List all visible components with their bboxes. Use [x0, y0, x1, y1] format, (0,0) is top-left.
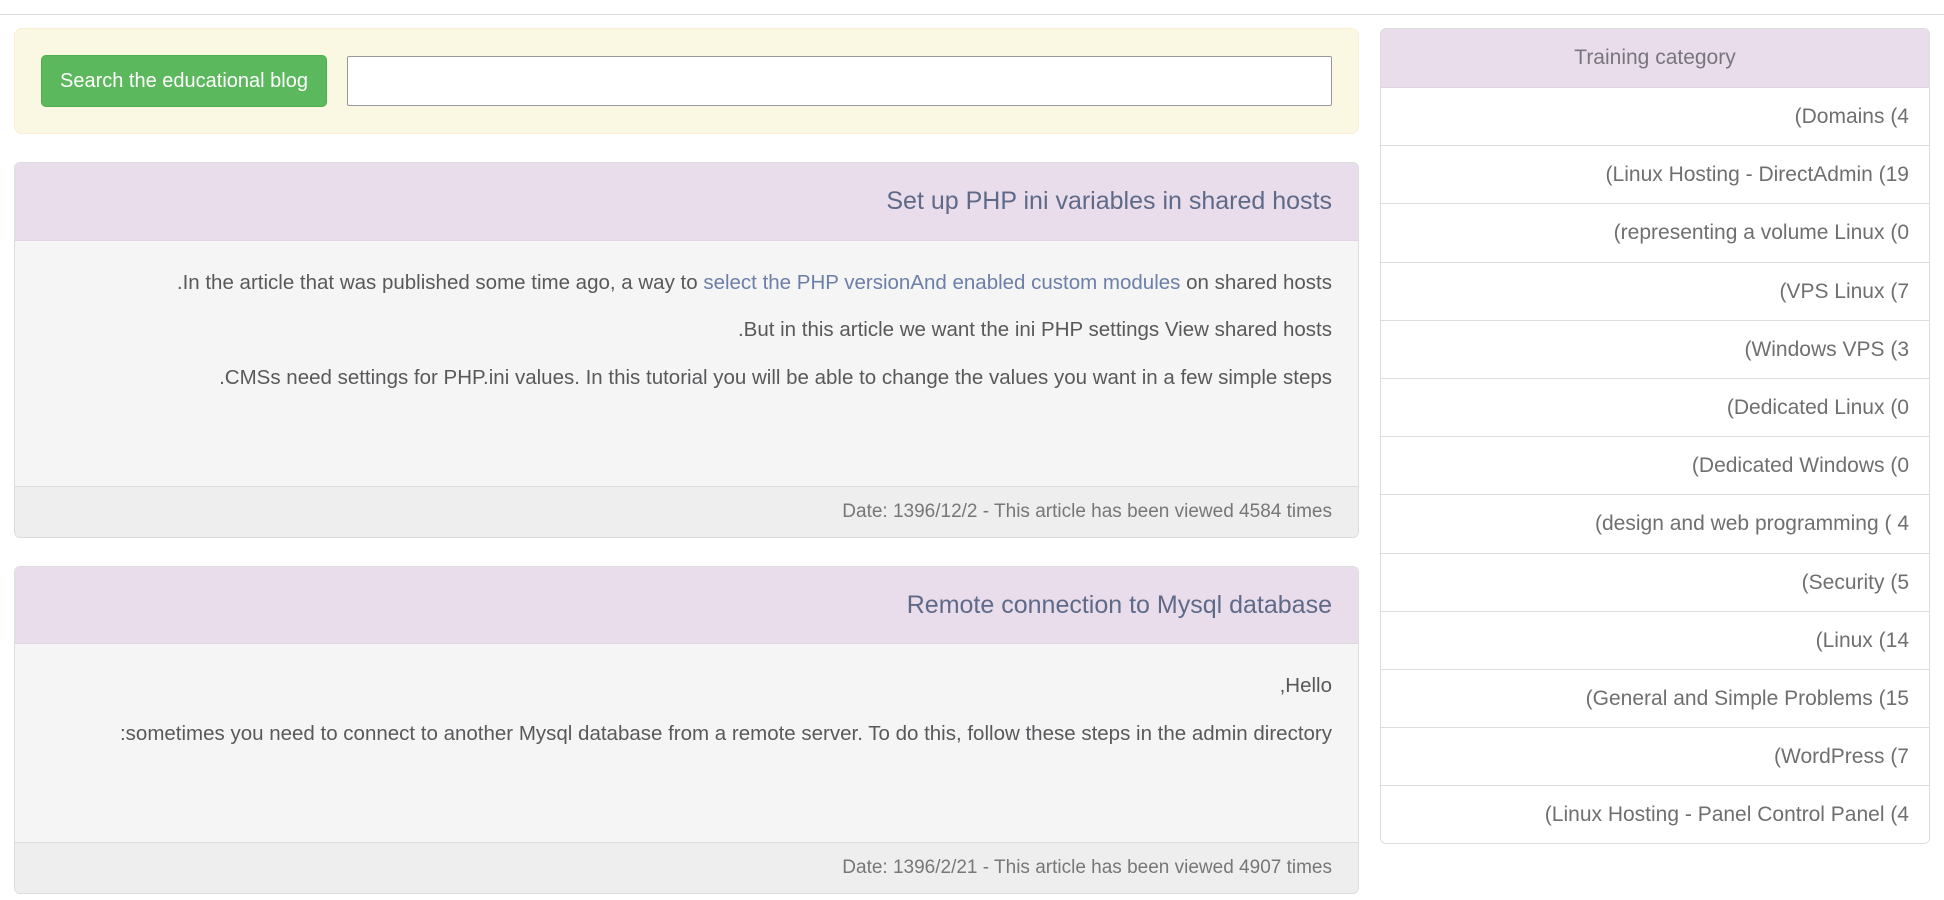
sidebar-item-security[interactable]: (Security (5	[1381, 553, 1929, 612]
sidebar-item-domains[interactable]: (Domains (4	[1381, 88, 1929, 147]
sidebar-item-linux-hosting-panel-control-panel[interactable]: (Linux Hosting - Panel Control Panel (4	[1381, 786, 1929, 844]
article-card: Set up PHP ini variables in shared hosts…	[14, 162, 1359, 538]
article-header: Remote connection to Mysql database	[15, 566, 1358, 645]
inline-article-link[interactable]: select the PHP versionAnd enabled custom…	[703, 271, 1180, 294]
article-paragraph: :sometimes you need to connect to anothe…	[119, 722, 1332, 746]
article-meta: Date: 1396/12/2 - This article has been …	[15, 485, 1358, 537]
article-body: ,Hello :sometimes you need to connect to…	[15, 644, 1358, 842]
article-paragraph: .In the article that was published some …	[41, 267, 1332, 299]
article-header: Set up PHP ini variables in shared hosts	[15, 163, 1358, 241]
article-title-link[interactable]: Set up PHP ini variables in shared hosts	[886, 187, 1332, 215]
sidebar-item-wordpress[interactable]: (WordPress (7	[1381, 728, 1929, 787]
sidebar-panel-title: Training category	[1381, 29, 1929, 88]
article-card: Remote connection to Mysql database ,Hel…	[14, 565, 1359, 894]
sidebar-item-vps-linux[interactable]: (VPS Linux (7	[1381, 262, 1929, 321]
sidebar-item-representing-a-volume-linux[interactable]: (representing a volume Linux (0	[1381, 204, 1929, 263]
page-root: Search the educational blog Set up PHP i…	[0, 0, 1944, 900]
sidebar-item-linux[interactable]: (Linux (14	[1381, 611, 1929, 670]
search-input[interactable]	[346, 56, 1332, 106]
sidebar-item-linux-hosting-directadmin[interactable]: (Linux Hosting - DirectAdmin (19	[1381, 146, 1929, 205]
sidebar-item-design-and-web-programming[interactable]: (design and web programming ( 4	[1381, 495, 1929, 554]
sidebar-item-dedicated-linux[interactable]: (Dedicated Linux (0	[1381, 378, 1929, 438]
sidebar-item-general-and-simple-problems[interactable]: (General and Simple Problems (15	[1381, 669, 1929, 729]
article-paragraph: .CMSs need settings for PHP.ini values. …	[219, 366, 1332, 390]
article-paragraph: .But in this article we want the ini PHP…	[737, 318, 1332, 342]
paragraph-text-before: .In the article that was published some …	[176, 270, 704, 294]
search-blog-button[interactable]: Search the educational blog	[41, 55, 327, 107]
sidebar-item-dedicated-windows[interactable]: (Dedicated Windows (0	[1381, 437, 1929, 496]
article-paragraph: ,Hello	[1279, 674, 1332, 698]
article-body: .In the article that was published some …	[15, 240, 1358, 486]
blog-search-panel: Search the educational blog	[14, 28, 1359, 134]
article-title-link[interactable]: Remote connection to Mysql database	[907, 591, 1332, 619]
main-content-column: Search the educational blog Set up PHP i…	[14, 28, 1359, 894]
top-divider	[0, 14, 1944, 15]
sidebar-item-windows-vps[interactable]: (Windows VPS (3	[1381, 320, 1929, 379]
sidebar-column: Training category (Domains (4 (Linux Hos…	[1380, 28, 1930, 845]
training-category-panel: Training category (Domains (4 (Linux Hos…	[1380, 28, 1930, 845]
article-meta: Date: 1396/2/21 - This article has been …	[15, 841, 1358, 893]
paragraph-text-after: on shared hosts	[1180, 270, 1332, 294]
